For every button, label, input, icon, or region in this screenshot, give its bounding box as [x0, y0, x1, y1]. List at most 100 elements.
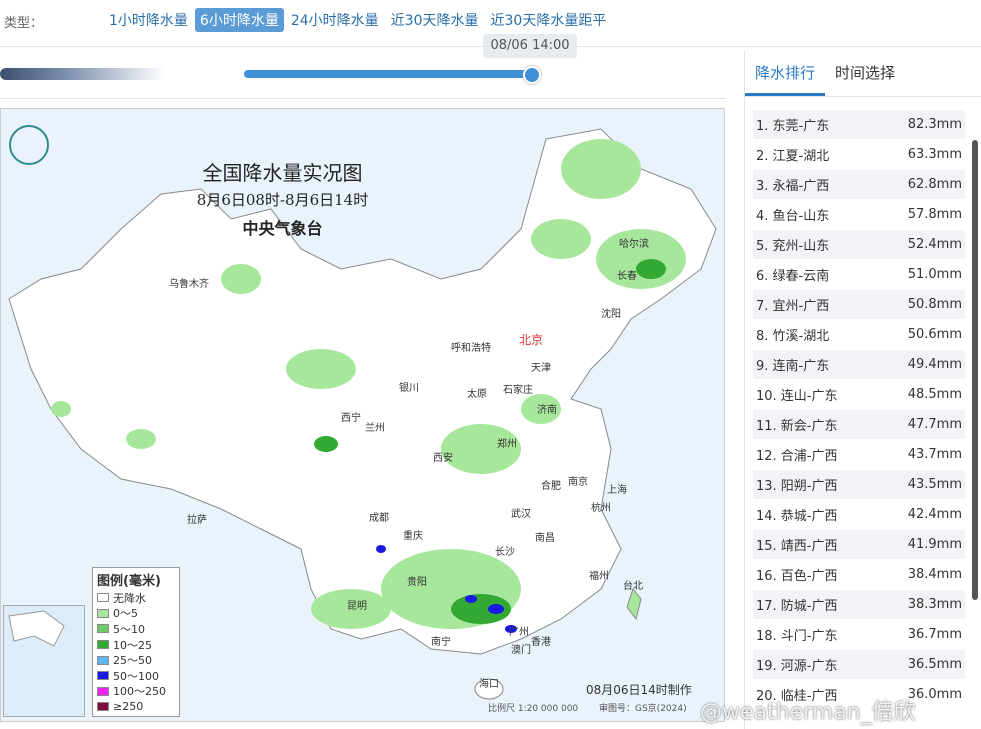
ranking-row[interactable]: 4. 鱼台-山东 57.8mm — [753, 200, 965, 230]
city-label: 重庆 — [403, 531, 423, 542]
station-name: 3. 永福-广西 — [756, 179, 830, 194]
city-label: 天津 — [531, 363, 551, 374]
legend-item: 无降水 — [97, 590, 175, 606]
ranking-row[interactable]: 14. 恭城-广西 42.4mm — [753, 500, 965, 530]
map-title: 全国降水量实况图 — [202, 161, 363, 185]
precip-value: 49.4mm — [907, 357, 962, 372]
ranking-row[interactable]: 16. 百色-广西 38.4mm — [753, 560, 965, 590]
city-label: 合肥 — [541, 481, 561, 492]
city-label: 台北 — [623, 581, 643, 592]
tab-precip-ranking[interactable]: 降水排行 — [745, 50, 826, 96]
tab-30d-precip[interactable]: 近30天降水量 — [386, 8, 484, 32]
ranking-row[interactable]: 8. 竹溪-湖北 50.6mm — [753, 320, 965, 350]
city-label: 昆明 — [347, 601, 367, 612]
ranking-row[interactable]: 6. 绿春-云南 51.0mm — [753, 260, 965, 290]
precip-value: 63.3mm — [907, 147, 962, 162]
city-label: 澳门 — [511, 645, 531, 656]
station-name: 19. 河源-广东 — [756, 659, 838, 674]
ranking-row[interactable]: 9. 连南-广东 49.4mm — [753, 350, 965, 380]
tab-30d-anomaly[interactable]: 近30天降水量距平 — [486, 8, 612, 32]
legend-item: 100～250 — [97, 684, 175, 700]
city-label: 广州 — [509, 627, 529, 638]
ranking-row[interactable]: 5. 兖州-山东 52.4mm — [753, 230, 965, 260]
time-slider-handle[interactable] — [523, 66, 541, 84]
map-subtitle: 8月6日08时-8月6日14时 — [196, 191, 369, 209]
precip-value: 43.5mm — [907, 477, 962, 492]
made-time: 08月06日14时制作 — [586, 683, 692, 697]
precip-value: 50.8mm — [907, 297, 962, 312]
city-label: 郑州 — [497, 439, 517, 450]
legend-item: 25～50 — [97, 652, 175, 668]
precip-value: 52.4mm — [907, 237, 962, 252]
city-label: 武汉 — [511, 509, 531, 520]
ranking-row[interactable]: 13. 阳朔-广西 43.5mm — [753, 470, 965, 500]
precip-value: 36.7mm — [907, 627, 962, 642]
ranking-row[interactable]: 3. 永福-广西 62.8mm — [753, 170, 965, 200]
city-label: 石家庄 — [503, 385, 533, 396]
ranking-row[interactable]: 17. 防城-广西 38.3mm — [753, 590, 965, 620]
city-label: 海口 — [479, 679, 499, 690]
precip-value: 62.8mm — [907, 177, 962, 192]
station-name: 7. 宜州-广西 — [756, 299, 830, 314]
station-name: 6. 绿春-云南 — [756, 269, 830, 284]
map-scale: 比例尺 1:20 000 000 — [488, 704, 579, 714]
type-tabs: 1小时降水量 6小时降水量 24小时降水量 近30天降水量 近30天降水量距平 — [104, 8, 611, 32]
ranking-row[interactable]: 1. 东莞-广东 82.3mm — [753, 110, 965, 140]
tab-time-select[interactable]: 时间选择 — [825, 50, 905, 96]
ranking-row[interactable]: 12. 合浦-广西 43.7mm — [753, 440, 965, 470]
city-label: 银川 — [399, 383, 419, 394]
station-name: 11. 新会-广东 — [756, 419, 838, 434]
ranking-scrollbar[interactable] — [972, 140, 978, 600]
city-label: 济南 — [537, 405, 557, 416]
station-name: 15. 靖西-广西 — [756, 539, 838, 554]
ranking-row[interactable]: 19. 河源-广东 36.5mm — [753, 650, 965, 680]
ranking-row[interactable]: 10. 连山-广东 48.5mm — [753, 380, 965, 410]
ranking-row[interactable]: 11. 新会-广东 47.7mm — [753, 410, 965, 440]
station-name: 18. 斗门-广东 — [756, 629, 838, 644]
station-name: 4. 鱼台-山东 — [756, 209, 830, 224]
city-label: 太原 — [467, 389, 487, 400]
precip-value: 43.7mm — [907, 447, 962, 462]
station-name: 10. 连山-广东 — [756, 389, 838, 404]
precip-value: 50.6mm — [907, 327, 962, 342]
type-label: 类型： — [4, 16, 44, 31]
city-label: 呼和浩特 — [451, 343, 491, 354]
legend-item: ≥250 — [97, 699, 175, 715]
ranking-row[interactable]: 2. 江夏-湖北 63.3mm — [753, 140, 965, 170]
city-label: 北京 — [519, 333, 544, 347]
city-label: 哈尔滨 — [619, 239, 649, 250]
station-name: 1. 东莞-广东 — [756, 119, 830, 134]
station-name: 16. 百色-广西 — [756, 569, 838, 584]
map-legend: 图例(毫米) 无降水 0～5 5～10 10～25 25～50 50～100 1… — [92, 567, 180, 717]
ranking-row[interactable]: 15. 靖西-广西 41.9mm — [753, 530, 965, 560]
city-label: 南京 — [568, 477, 588, 488]
time-slider-track[interactable] — [244, 70, 532, 78]
watermark: @weatherman_倍欣 — [700, 700, 916, 725]
side-panel: 降水排行 时间选择 1. 东莞-广东 82.3mm 2. 江夏-湖北 63.3mm 3.… — [744, 50, 981, 729]
station-name: 14. 恭城-广西 — [756, 509, 838, 524]
ranking-row[interactable]: 18. 斗门-广东 36.7mm — [753, 620, 965, 650]
city-label: 兰州 — [365, 423, 385, 434]
station-name: 9. 连南-广东 — [756, 359, 830, 374]
precip-value: 47.7mm — [907, 417, 962, 432]
ranking-list: 1. 东莞-广东 82.3mm 2. 江夏-湖北 63.3mm 3. 永福-广西 62.8… — [753, 110, 965, 710]
station-name: 12. 合浦-广西 — [756, 449, 838, 464]
city-label: 南昌 — [535, 533, 555, 544]
playback-speed-slider[interactable] — [0, 68, 165, 80]
tab-1h-precip[interactable]: 1小时降水量 — [104, 8, 193, 32]
tab-6h-precip[interactable]: 6小时降水量 — [194, 8, 284, 32]
city-label: 西宁 — [341, 413, 361, 424]
station-name: 13. 阳朔-广西 — [756, 479, 838, 494]
panel-tabs: 降水排行 时间选择 — [745, 50, 981, 97]
city-label: 长沙 — [495, 547, 515, 558]
ranking-row[interactable]: 7. 宜州-广西 50.8mm — [753, 290, 965, 320]
tab-24h-precip[interactable]: 24小时降水量 — [286, 8, 384, 32]
time-tooltip: 08/06 14:00 — [483, 34, 577, 58]
city-label: 西安 — [433, 453, 453, 464]
station-name: 8. 竹溪-湖北 — [756, 329, 830, 344]
legend-item: 10～25 — [97, 637, 175, 653]
precipitation-map[interactable]: 全国降水量实况图 8月6日08时-8月6日14时 中央气象台 乌鲁木齐 哈尔滨 … — [0, 108, 725, 722]
city-label: 上海 — [607, 485, 627, 496]
legend-item: 50～100 — [97, 668, 175, 684]
legend-title: 图例(毫米) — [97, 574, 161, 589]
